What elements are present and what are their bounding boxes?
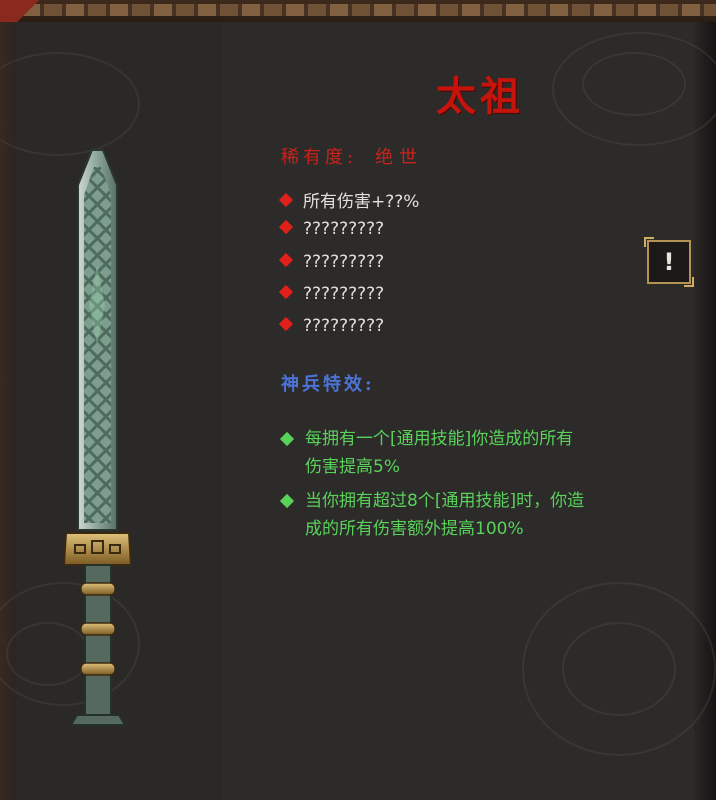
stat-text: 所有伤害+??% (303, 192, 420, 212)
cloud-ornament (582, 52, 686, 116)
stat-text: ????????? (303, 316, 385, 336)
special-effect-heading: 神兵特效: (281, 374, 375, 395)
weapon-name: 太祖 (436, 73, 524, 120)
cloud-ornament (0, 52, 140, 156)
effect-line: 成的所有伤害额外提高100% (305, 519, 524, 539)
stat-text: ????????? (303, 219, 385, 239)
stat-text: ????????? (303, 284, 385, 304)
effect-line: 当你拥有超过8个[通用技能]时，你造 (305, 491, 585, 511)
bullet-icon (278, 284, 294, 300)
bullet-icon (278, 192, 294, 208)
top-border (0, 0, 716, 24)
rarity-label: 稀有度: (281, 147, 358, 168)
stat-item: ????????? (278, 284, 385, 304)
bullet-icon (278, 252, 294, 268)
bullet-icon (279, 431, 295, 447)
exclamation-icon[interactable]: ! (644, 237, 694, 287)
special-effect-item: 每拥有一个[通用技能]你造成的所有 伤害提高5% (279, 425, 681, 481)
stat-item: ????????? (278, 252, 385, 272)
effect-line: 伤害提高5% (305, 457, 400, 477)
bullet-icon (279, 493, 295, 509)
weapon-info-panel (222, 22, 716, 800)
effect-line: 每拥有一个[通用技能]你造成的所有 (305, 429, 574, 449)
stat-item: 所有伤害+??% (278, 187, 420, 212)
top-border-pattern (0, 4, 716, 16)
bullet-icon (278, 316, 294, 332)
special-effect-item: 当你拥有超过8个[通用技能]时，你造 成的所有伤害额外提高100% (279, 487, 681, 543)
rarity-value: 绝世 (375, 147, 424, 168)
rarity-row: 稀有度: 绝世 (281, 143, 423, 169)
cloud-ornament (562, 622, 676, 716)
bullet-icon (278, 219, 294, 235)
stat-text: ????????? (303, 252, 385, 272)
sword-image (62, 149, 133, 726)
stat-item: ????????? (278, 219, 385, 239)
stat-item: ????????? (278, 316, 385, 336)
